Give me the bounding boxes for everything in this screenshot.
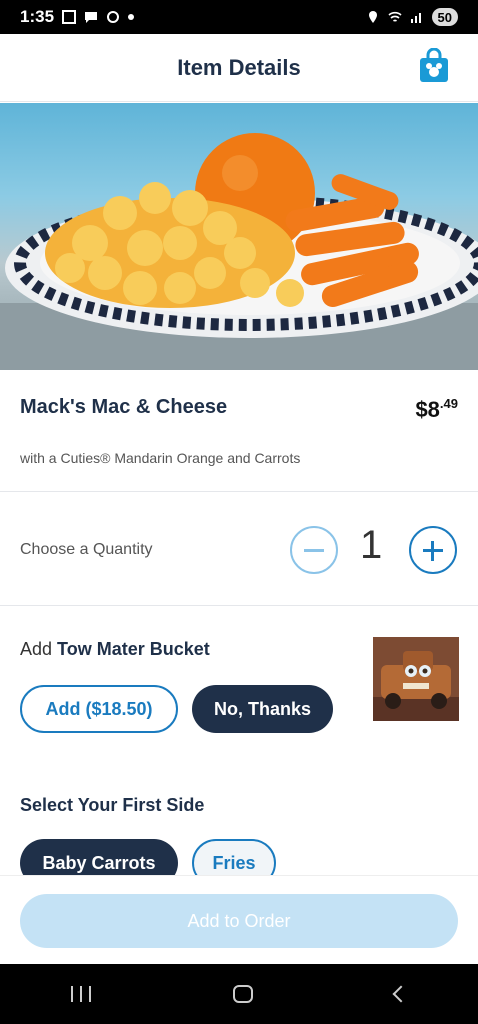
item-price: $8.49 xyxy=(415,396,458,423)
status-time: 1:35 xyxy=(20,7,55,26)
shopping-bag-icon[interactable] xyxy=(418,48,450,84)
side-option-baby-carrots[interactable]: Baby Carrots xyxy=(20,839,178,875)
side-title: Select Your First Side xyxy=(20,795,205,815)
app-header: Item Details xyxy=(0,34,478,102)
addon-prefix: Add xyxy=(20,639,53,659)
status-bar: 1:35 50 xyxy=(0,0,478,34)
quantity-label: Choose a Quantity xyxy=(20,541,153,558)
addon-title: Add Tow Mater Bucket xyxy=(20,639,210,660)
addon-section: Add Tow Mater Bucket Add ($18.50) No, Th… xyxy=(0,607,478,767)
price-cents: .49 xyxy=(439,396,458,411)
back-icon[interactable] xyxy=(392,985,410,1003)
item-description: with a Cuties® Mandarin Orange and Carro… xyxy=(20,450,301,466)
side-option-fries[interactable]: Fries xyxy=(192,839,276,875)
screenshot-icon xyxy=(62,10,77,24)
order-footer: Add to Order xyxy=(0,875,478,964)
quantity-value: 1 xyxy=(360,523,383,567)
battery-indicator: 50 xyxy=(431,8,458,26)
location-icon xyxy=(368,11,377,23)
home-icon[interactable] xyxy=(233,985,253,1003)
notification-dot-icon xyxy=(128,14,135,20)
decline-addon-button[interactable]: No, Thanks xyxy=(192,685,333,733)
recents-icon[interactable] xyxy=(71,986,91,1002)
item-name: Mack's Mac & Cheese xyxy=(20,396,228,418)
wifi-icon xyxy=(387,11,402,22)
system-nav-bar xyxy=(0,964,478,1024)
addon-name: Tow Mater Bucket xyxy=(57,639,210,659)
increase-quantity-button[interactable] xyxy=(409,526,457,574)
pinwheel-icon xyxy=(107,11,120,23)
add-addon-button[interactable]: Add ($18.50) xyxy=(20,685,178,733)
quantity-selector: Choose a Quantity 1 xyxy=(0,493,478,606)
page-title: Item Details xyxy=(177,54,301,80)
signal-icon xyxy=(410,13,421,23)
decrease-quantity-button[interactable] xyxy=(290,526,338,574)
item-photo xyxy=(0,103,478,370)
status-right: 50 xyxy=(366,8,458,26)
status-left: 1:35 xyxy=(20,7,135,27)
side-selection: Select Your First Side Baby Carrots Frie… xyxy=(0,767,478,875)
addon-photo xyxy=(373,637,459,721)
item-summary: Mack's Mac & Cheese $8.49 with a Cuties®… xyxy=(0,370,478,492)
chat-icon xyxy=(85,12,98,23)
minus-icon xyxy=(304,548,324,552)
add-to-order-button[interactable]: Add to Order xyxy=(20,894,458,948)
price-dollars: $8 xyxy=(415,397,440,422)
